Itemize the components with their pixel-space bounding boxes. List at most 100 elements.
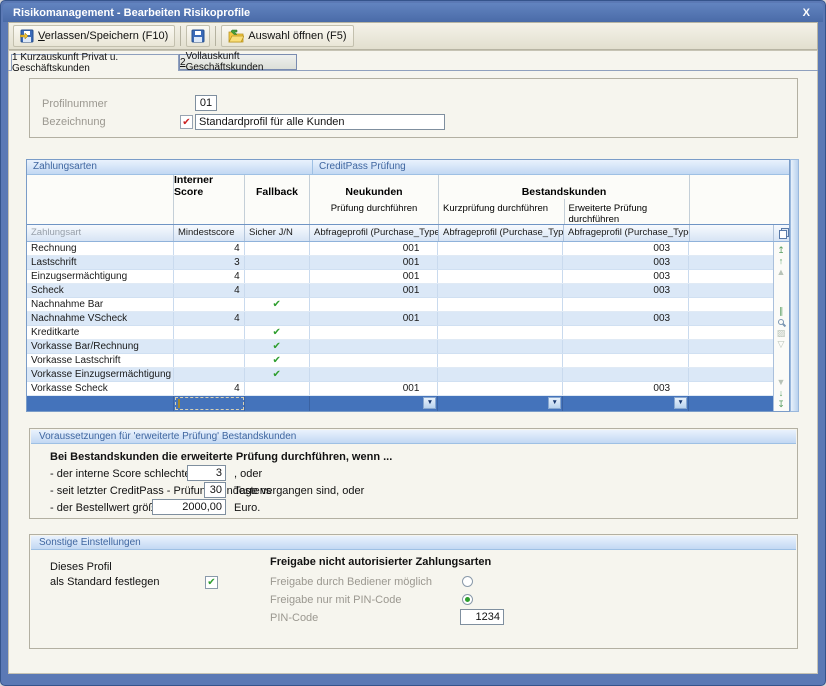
cell-erweiterte-profil[interactable]: 003 bbox=[563, 270, 689, 283]
cell-zahlungsart[interactable]: Vorkasse Scheck bbox=[27, 382, 174, 395]
cell-kurzpruefung-profil[interactable]: ▼ bbox=[438, 396, 563, 411]
col-zahlungsart[interactable]: Zahlungsart bbox=[27, 225, 174, 241]
tab-kurzauskunft[interactable]: 1 Kurzauskunft Privat u. Geschäftskunden bbox=[11, 54, 179, 71]
cell-kurzpruefung-profil[interactable] bbox=[438, 382, 563, 395]
filter-icon[interactable]: ▽ bbox=[774, 340, 788, 349]
cell-erweiterte-profil[interactable]: 003 bbox=[563, 256, 689, 269]
rule1-input[interactable] bbox=[187, 465, 226, 481]
cell-sicher[interactable]: ✔ bbox=[245, 340, 310, 353]
prev-page-icon[interactable]: ↑ bbox=[774, 257, 788, 266]
exit-save-button[interactable]: Verlassen/Speichern (F10) bbox=[13, 25, 175, 47]
cell-neukunden-profil[interactable] bbox=[310, 354, 439, 367]
cell-kurzpruefung-profil[interactable] bbox=[438, 298, 563, 311]
cell-erweiterte-profil[interactable]: 003 bbox=[563, 284, 689, 297]
cell-neukunden-profil[interactable]: 001 bbox=[310, 284, 439, 297]
cell-neukunden-profil[interactable]: 001 bbox=[310, 256, 439, 269]
release-option1-radio[interactable] bbox=[462, 576, 473, 587]
copy-button[interactable] bbox=[774, 225, 789, 241]
search-icon[interactable] bbox=[778, 319, 784, 325]
cell-kurzpruefung-profil[interactable] bbox=[438, 256, 563, 269]
cell-zahlungsart[interactable]: Vorkasse Lastschrift bbox=[27, 354, 174, 367]
col-abfrageprofil-erw[interactable]: Abfrageprofil (Purchase_Type) bbox=[564, 225, 690, 241]
pin-code-input[interactable] bbox=[460, 609, 504, 625]
cell-mindestscore[interactable] bbox=[174, 298, 245, 311]
cell-sicher[interactable]: ✔ bbox=[245, 326, 310, 339]
dropdown-button[interactable]: ▼ bbox=[423, 397, 436, 409]
cell-neukunden-profil[interactable] bbox=[310, 368, 439, 381]
cell-kurzpruefung-profil[interactable] bbox=[438, 284, 563, 297]
cell-sicher[interactable] bbox=[245, 284, 310, 297]
cell-neukunden-profil[interactable]: 001 bbox=[310, 382, 439, 395]
cell-filler[interactable] bbox=[689, 270, 773, 283]
close-button[interactable]: X bbox=[800, 7, 813, 19]
cell-filler[interactable] bbox=[689, 340, 773, 353]
cell-filler[interactable] bbox=[689, 256, 773, 269]
col-abfrageprofil-kurz[interactable]: Abfrageprofil (Purchase_Type) bbox=[439, 225, 564, 241]
cell-zahlungsart[interactable] bbox=[27, 396, 174, 411]
prev-record-icon[interactable]: ▲ bbox=[774, 268, 788, 277]
cell-kurzpruefung-profil[interactable] bbox=[438, 312, 563, 325]
dropdown-button[interactable]: ▼ bbox=[674, 397, 687, 409]
last-record-icon[interactable]: ↧ bbox=[774, 400, 788, 409]
first-record-icon[interactable]: ↥ bbox=[774, 246, 788, 255]
cell-sicher[interactable] bbox=[245, 396, 310, 411]
cell-zahlungsart[interactable]: Einzugsermächtigung bbox=[27, 270, 174, 283]
dropdown-button[interactable]: ▼ bbox=[548, 397, 561, 409]
cell-zahlungsart[interactable]: Vorkasse Bar/Rechnung bbox=[27, 340, 174, 353]
cell-erweiterte-profil[interactable] bbox=[563, 354, 689, 367]
cell-sicher[interactable]: ✔ bbox=[245, 298, 310, 311]
cell-mindestscore[interactable]: 4 bbox=[174, 312, 245, 325]
profilnummer-input[interactable] bbox=[195, 95, 217, 111]
cell-sicher[interactable] bbox=[245, 270, 310, 283]
cell-sicher[interactable]: ✔ bbox=[245, 354, 310, 367]
cell-zahlungsart[interactable]: Lastschrift bbox=[27, 256, 174, 269]
cell-kurzpruefung-profil[interactable] bbox=[438, 326, 563, 339]
cell-mindestscore[interactable]: 4 bbox=[174, 284, 245, 297]
cell-erweiterte-profil[interactable] bbox=[563, 326, 689, 339]
cell-mindestscore[interactable]: 4 bbox=[174, 270, 245, 283]
cell-erweiterte-profil[interactable]: 003 bbox=[563, 242, 689, 255]
cell-zahlungsart[interactable]: Nachnahme Bar bbox=[27, 298, 174, 311]
tab-vollauskunft[interactable]: 2 Vollauskunft Geschäftskunden bbox=[179, 54, 297, 70]
cell-neukunden-profil[interactable]: ▼ bbox=[310, 396, 439, 411]
cell-filler[interactable] bbox=[689, 242, 773, 255]
rule2-input[interactable] bbox=[204, 482, 226, 498]
cell-zahlungsart[interactable]: Scheck bbox=[27, 284, 174, 297]
cell-zahlungsart[interactable]: Rechnung bbox=[27, 242, 174, 255]
cell-mindestscore[interactable]: 4 bbox=[174, 242, 245, 255]
cell-neukunden-profil[interactable] bbox=[310, 326, 439, 339]
cell-kurzpruefung-profil[interactable] bbox=[438, 354, 563, 367]
cell-sicher[interactable] bbox=[245, 256, 310, 269]
save-button[interactable] bbox=[186, 25, 210, 47]
cell-zahlungsart[interactable]: Vorkasse Einzugsermächtigung bbox=[27, 368, 174, 381]
cell-mindestscore[interactable] bbox=[174, 326, 245, 339]
cell-filler[interactable] bbox=[689, 326, 773, 339]
next-record-icon[interactable]: ▼ bbox=[774, 378, 788, 387]
cell-sicher[interactable] bbox=[245, 312, 310, 325]
cell-neukunden-profil[interactable]: 001 bbox=[310, 242, 439, 255]
cell-filler[interactable] bbox=[689, 284, 773, 297]
cell-mindestscore[interactable] bbox=[174, 368, 245, 381]
sort-icon[interactable]: ▨ bbox=[774, 329, 788, 338]
cell-filler[interactable] bbox=[689, 298, 773, 311]
next-page-icon[interactable]: ↓ bbox=[774, 389, 788, 398]
rule3-input[interactable] bbox=[152, 499, 226, 515]
cell-mindestscore[interactable]: 4 bbox=[174, 382, 245, 395]
cell-filler[interactable] bbox=[689, 354, 773, 367]
cell-zahlungsart[interactable]: Nachnahme VScheck bbox=[27, 312, 174, 325]
cell-mindestscore[interactable] bbox=[174, 340, 245, 353]
cell-neukunden-profil[interactable]: 001 bbox=[310, 312, 439, 325]
cell-neukunden-profil[interactable] bbox=[310, 340, 439, 353]
cell-kurzpruefung-profil[interactable] bbox=[438, 340, 563, 353]
cell-filler[interactable] bbox=[689, 396, 773, 411]
bezeichnung-input[interactable] bbox=[195, 114, 445, 130]
cell-erweiterte-profil[interactable]: 003 bbox=[563, 312, 689, 325]
release-option2-radio[interactable] bbox=[462, 594, 473, 605]
cell-mindestscore[interactable]: 3 bbox=[174, 256, 245, 269]
grid-scrollbar[interactable] bbox=[790, 159, 799, 412]
cell-kurzpruefung-profil[interactable] bbox=[438, 270, 563, 283]
cell-kurzpruefung-profil[interactable] bbox=[438, 368, 563, 381]
cell-erweiterte-profil[interactable]: ▼ bbox=[563, 396, 689, 411]
cell-erweiterte-profil[interactable] bbox=[563, 298, 689, 311]
cell-sicher[interactable] bbox=[245, 242, 310, 255]
